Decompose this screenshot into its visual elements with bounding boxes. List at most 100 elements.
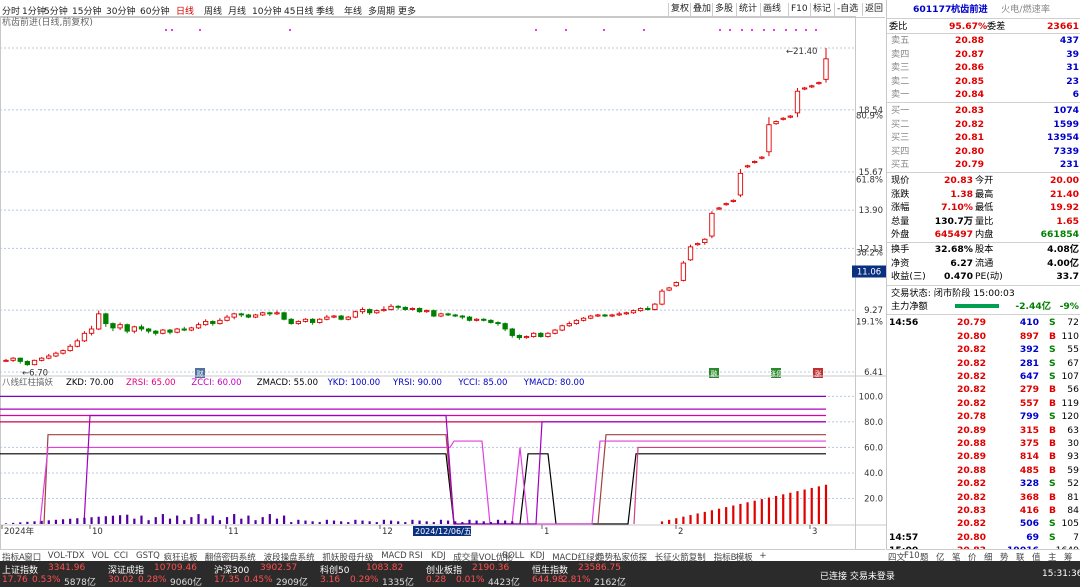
candle-body (395, 305, 401, 308)
quote-cell: 110 (1061, 330, 1079, 342)
toolbar-button[interactable]: F10 (788, 3, 810, 16)
quote-tab[interactable]: F10 (904, 551, 920, 561)
toolbar-button[interactable]: 多股 (712, 3, 735, 16)
toolbar-button[interactable]: -自选 (834, 3, 860, 16)
indicator-bar (168, 518, 172, 524)
quote-cell: PE(动) (975, 271, 1003, 283)
quote-cell: 20.83 (955, 105, 985, 117)
price-tick-label: 13.90 (859, 206, 883, 216)
candle-body (110, 323, 116, 329)
index-pct: 2.81% (562, 575, 591, 585)
indicator-bar (225, 517, 229, 524)
candle-body (295, 320, 301, 325)
quote-cell: B (1049, 505, 1057, 516)
crosshair-date: 2024/12/06/五 (415, 527, 472, 536)
x-tick-label: 3 (812, 527, 817, 537)
quote-cell: 21.40 (1049, 188, 1079, 200)
quote-cell: 今开 (975, 175, 994, 187)
bid-level: 买二 20.82 1599 (887, 118, 1080, 131)
indicator-bar (504, 520, 507, 524)
quote-cell: 6.27 (950, 257, 973, 269)
indicator-bar (824, 484, 828, 524)
candle-body (217, 319, 223, 325)
candle-body (752, 161, 758, 164)
candle-body (545, 332, 551, 338)
index-pct: 0.28% (138, 575, 167, 585)
quote-cell: 23661 (1047, 21, 1079, 32)
stat-row: 现价 20.83 今开 20.00 (887, 174, 1080, 187)
quote-cell: 量比 (975, 215, 994, 227)
candle-body (495, 322, 501, 325)
toolbar-button[interactable]: 返回 (862, 3, 885, 16)
tick-row: 20.78 799 S 120 (887, 410, 1080, 423)
indicator-bar (511, 521, 514, 524)
connection-status[interactable]: 已连接 交易未登录 (820, 569, 895, 582)
quote-cell: 内盘 (975, 229, 994, 240)
indicator-bar (361, 520, 364, 524)
candle-body (523, 336, 530, 339)
indicator-bar (332, 520, 336, 524)
quote-cell: 328 (1019, 478, 1039, 490)
quote-cell: 换手 (891, 244, 910, 256)
indicator-bar (767, 497, 771, 524)
indicator-bar (4, 523, 8, 524)
candle-body (281, 312, 287, 320)
indicator-bar (446, 520, 450, 524)
quote-cell: -2.44亿 (1015, 301, 1051, 312)
quote-cell: 买一 (891, 105, 910, 117)
quote-cell: 20.89 (957, 451, 987, 463)
indicator-tab[interactable]: MACD (381, 551, 406, 561)
indicator-bar (240, 518, 243, 524)
indicator-bar (482, 521, 485, 524)
toolbar-button[interactable]: 叠加 (690, 3, 713, 16)
quote-cell: 799 (1019, 411, 1039, 423)
indicator-tab[interactable]: KDJ (530, 551, 545, 561)
event-marker-label: 涨 (815, 369, 822, 378)
quote-cell: S (1049, 317, 1056, 329)
indicator-tab[interactable]: GSTQ (136, 551, 160, 561)
candle-body (31, 359, 38, 366)
quote-cell: 20.88 (957, 438, 987, 449)
candle-body (39, 357, 45, 361)
ask-level: 卖五 20.88 437 (887, 34, 1080, 47)
toolbar-button[interactable]: 画线 (760, 3, 783, 16)
candle-body (188, 327, 195, 331)
indicator-param: YMACD: 80.00 (523, 378, 585, 388)
quote-cell: 23 (1066, 75, 1079, 87)
candle-body (652, 303, 658, 310)
toolbar-button[interactable]: 复权 (668, 3, 691, 16)
candle-body (74, 340, 80, 347)
indicator-bar (104, 516, 107, 524)
indicator-tab[interactable]: BOLL (502, 551, 524, 561)
quote-cell: 净资 (891, 257, 910, 269)
candle-body (595, 314, 601, 317)
candle-body (96, 313, 102, 330)
indicator-tab[interactable]: + (759, 551, 766, 561)
quote-cell: 4.00亿 (1047, 257, 1079, 269)
candle-body (124, 324, 130, 332)
indicator-bar (275, 518, 279, 524)
toolbar-button[interactable]: 统计 (736, 3, 759, 16)
indicator-tab[interactable]: RSI (409, 551, 423, 561)
indicator-bar (33, 521, 36, 524)
indicator-tab[interactable]: KDJ (431, 551, 446, 561)
indicator-tab[interactable]: VOL-TDX (48, 551, 85, 561)
indicator-bar (739, 503, 742, 524)
indicator-tab[interactable]: VOL (92, 551, 109, 561)
quote-cell: 20.82 (957, 371, 987, 382)
quote-cell: 主力净额 (891, 301, 928, 312)
indicator-tick-label: 100.0 (859, 392, 883, 402)
indicator-bar (682, 516, 685, 524)
indicator-tab[interactable]: CCI (114, 551, 128, 561)
indicator-bar (61, 519, 65, 524)
quote-cell: 涨幅 (891, 202, 910, 214)
quote-cell: 72 (1067, 317, 1079, 329)
kline-chart-area[interactable]: 杭齿前进(日线,前复权)18.5415.6713.9012.139.276.41… (0, 16, 886, 550)
toolbar-button[interactable]: 标记 (810, 3, 833, 16)
candle-body (630, 310, 637, 314)
indicator-bar (489, 522, 492, 524)
x-tick-label: 2024年 (4, 526, 35, 537)
signal-dot (603, 29, 605, 31)
weibi-row: 委比 95.67% 委差 23661 (887, 20, 1080, 33)
quote-cell: 52 (1067, 478, 1079, 490)
